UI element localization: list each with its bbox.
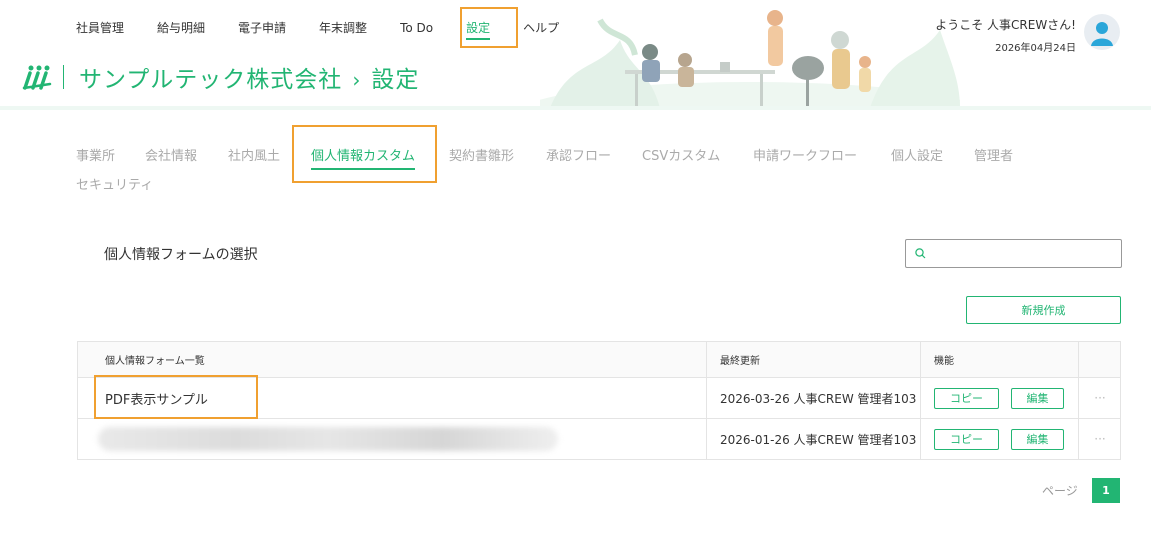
nav-year-end-adjustment[interactable]: 年末調整 (319, 19, 367, 37)
search-icon (915, 248, 926, 259)
table-row[interactable]: 2026-01-26 人事CREW 管理者103 コピー 編集 ··· (78, 418, 1120, 459)
header-illustration (540, 0, 960, 108)
table-header-row: 個人情報フォーム一覧 最終更新 機能 (78, 342, 1120, 377)
nav-help[interactable]: ヘルプ (523, 19, 559, 37)
nav-todo[interactable]: To Do (400, 19, 433, 37)
copy-button[interactable]: コピー (934, 387, 999, 409)
tab-application-workflow[interactable]: 申請ワークフロー (753, 145, 857, 164)
tab-security[interactable]: セキュリティ (76, 174, 153, 193)
copy-button[interactable]: コピー (934, 428, 999, 450)
nav-e-application[interactable]: 電子申請 (238, 19, 286, 37)
redacted-text (98, 427, 558, 451)
logo-icon[interactable] (22, 64, 52, 90)
column-header-form-list: 個人情報フォーム一覧 (105, 356, 205, 367)
last-updated: 2026-01-26 人事CREW 管理者103 (706, 419, 920, 459)
functions-cell: コピー 編集 (920, 378, 1078, 418)
nav-payslip[interactable]: 給与明細 (157, 19, 205, 37)
search-input[interactable] (905, 239, 1122, 268)
edit-button[interactable]: 編集 (1011, 428, 1064, 450)
create-new-button[interactable]: 新規作成 (966, 296, 1121, 324)
tab-approval-flow[interactable]: 承認フロー (546, 145, 611, 164)
form-name[interactable] (78, 419, 706, 459)
avatar[interactable] (1084, 14, 1120, 50)
column-header-more (1078, 342, 1121, 377)
tab-highlight-box (292, 125, 437, 183)
chevron-right-icon: › (352, 68, 362, 92)
page-button-current[interactable]: 1 (1092, 478, 1120, 503)
header-divider (0, 106, 1151, 110)
settings-highlight-box (460, 7, 518, 48)
welcome-block: ようこそ 人事CREWさん! 2026年04月24日 (935, 16, 1076, 54)
tab-office[interactable]: 事業所 (76, 145, 115, 164)
tab-contract-templates[interactable]: 契約書雛形 (449, 145, 514, 164)
more-options-icon[interactable]: ··· (1078, 378, 1121, 418)
tab-csv-custom[interactable]: CSVカスタム (642, 145, 720, 164)
breadcrumb-company[interactable]: サンプルテック株式会社 (79, 67, 342, 93)
nav-employee-management[interactable]: 社員管理 (76, 19, 124, 37)
last-updated: 2026-03-26 人事CREW 管理者103 (706, 378, 920, 418)
edit-button[interactable]: 編集 (1011, 387, 1064, 409)
header: 社員管理 給与明細 電子申請 年末調整 To Do 設定 ヘルプ サンプルテック… (0, 0, 1151, 110)
logo-separator (63, 65, 64, 89)
welcome-greeting: ようこそ 人事CREWさん! (935, 18, 1076, 32)
more-options-icon[interactable]: ··· (1078, 419, 1121, 459)
functions-cell: コピー 編集 (920, 419, 1078, 459)
column-header-last-updated: 最終更新 (706, 342, 920, 377)
form-name-highlight-box (94, 375, 258, 419)
tab-administrator[interactable]: 管理者 (974, 145, 1013, 164)
pager-label: ページ (1042, 484, 1078, 498)
tab-company-info[interactable]: 会社情報 (145, 145, 197, 164)
column-header-functions: 機能 (920, 342, 1078, 377)
tab-culture[interactable]: 社内風土 (228, 145, 280, 164)
tab-personal-settings[interactable]: 個人設定 (891, 145, 943, 164)
breadcrumb: サンプルテック株式会社 › 設定 (79, 60, 419, 94)
breadcrumb-page: 設定 (371, 67, 420, 93)
section-title: 個人情報フォームの選択 (104, 247, 258, 263)
current-date: 2026年04月24日 (995, 43, 1076, 54)
